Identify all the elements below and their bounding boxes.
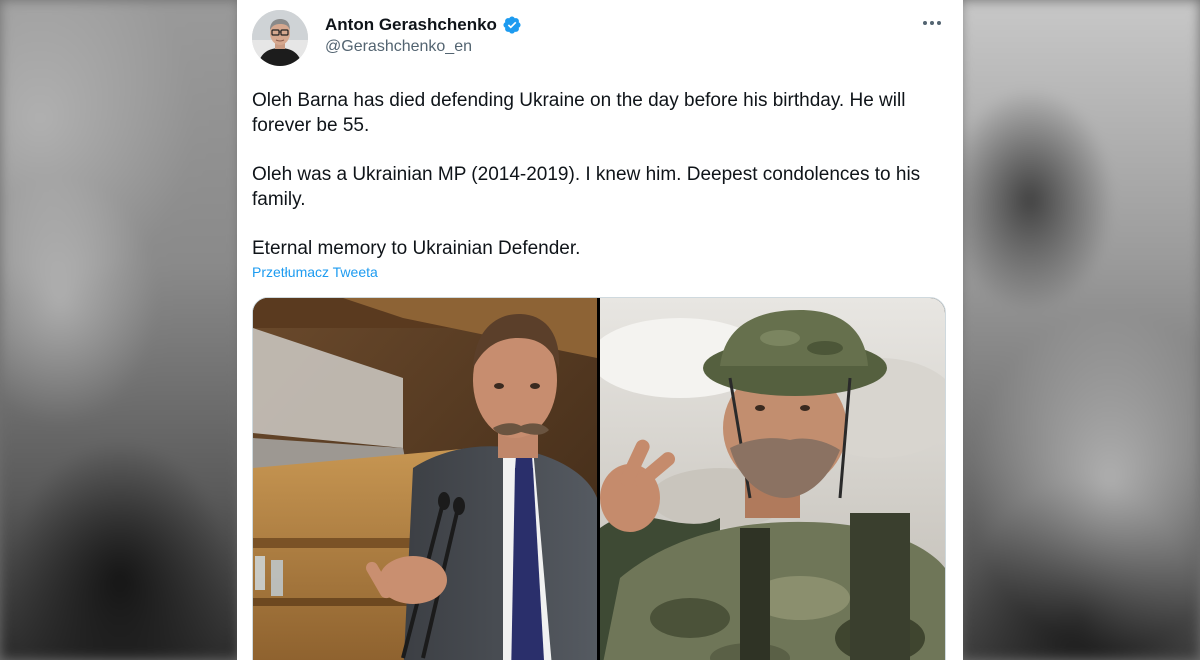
author-handle[interactable]: @Gerashchenko_en (325, 38, 472, 56)
tweet-paragraph: Oleh Barna has died defending Ukraine on… (252, 90, 906, 136)
avatar-image (252, 10, 308, 66)
photo-parliament[interactable] (253, 298, 597, 660)
more-dots-icon (923, 21, 941, 25)
media-grid (252, 297, 946, 660)
verified-badge-icon (502, 15, 522, 35)
blurred-background-right (960, 0, 1200, 660)
tweet-paragraph: Eternal memory to Ukrainian Defender. (252, 238, 581, 259)
tweet-text: Oleh Barna has died defending Ukraine on… (252, 88, 952, 261)
author-name[interactable]: Anton Gerashchenko (325, 15, 497, 35)
author-name-row: Anton Gerashchenko (325, 14, 522, 36)
screenshot-stage: Anton Gerashchenko @Gerashchenko_en Oleh… (0, 0, 1200, 660)
more-options-button[interactable] (919, 12, 945, 34)
tweet-paragraph: Oleh was a Ukrainian MP (2014-2019). I k… (252, 164, 921, 210)
tweet-card: Anton Gerashchenko @Gerashchenko_en Oleh… (237, 0, 963, 660)
blurred-background-left (0, 0, 240, 660)
avatar[interactable] (252, 10, 308, 66)
translate-tweet-link[interactable]: Przetłumacz Tweeta (252, 264, 378, 280)
photo-soldier[interactable] (600, 298, 945, 660)
